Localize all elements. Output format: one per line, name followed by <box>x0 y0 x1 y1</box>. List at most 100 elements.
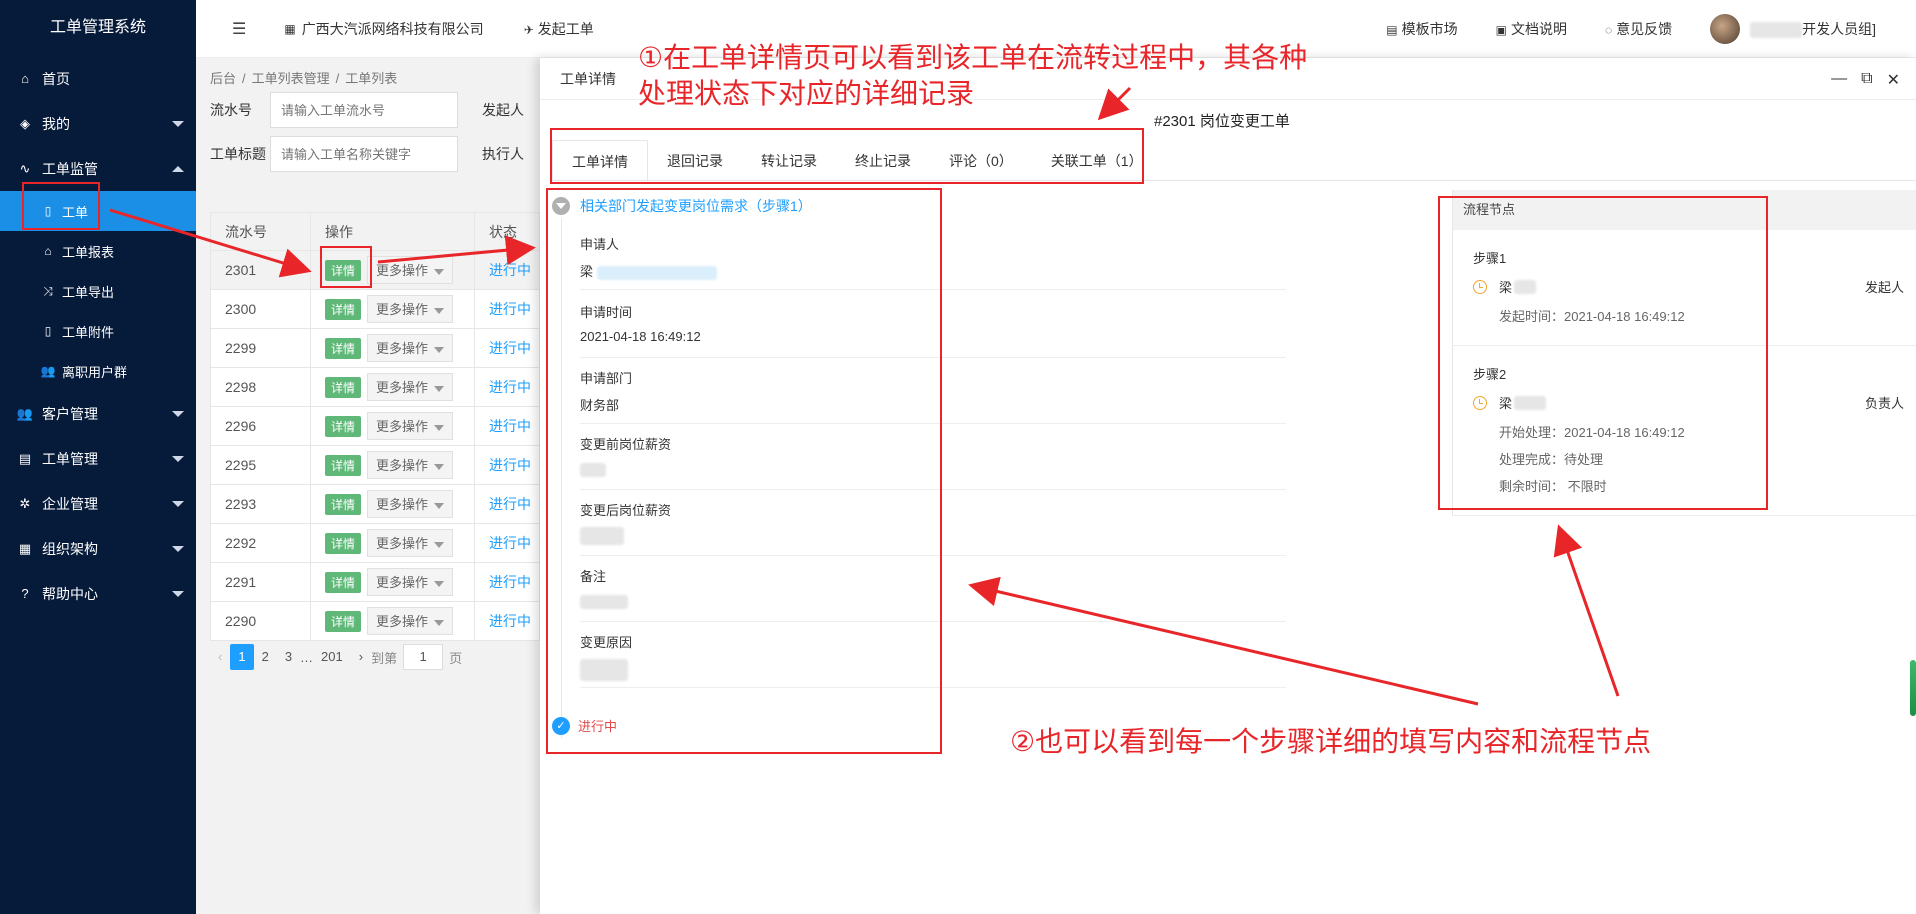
sidebar-subitem-export[interactable]: ⤨ 工单导出 <box>0 271 196 311</box>
template-market-link[interactable]: ▤ 模板市场 <box>1386 19 1457 39</box>
table-row[interactable]: 2296 详情 更多操作 进行中 <box>210 406 540 446</box>
status-badge: 进行中 <box>489 457 531 473</box>
status-badge: 进行中 <box>489 262 531 278</box>
more-actions-dropdown[interactable]: 更多操作 <box>367 529 454 557</box>
detail-button[interactable]: 详情 <box>325 611 362 632</box>
table-row[interactable]: 2300 详情 更多操作 进行中 <box>210 289 540 329</box>
col-status: 状态 <box>474 212 540 251</box>
initiator-label: 发起人 <box>482 102 524 118</box>
table-row[interactable]: 2301 详情 更多操作 进行中 <box>210 250 540 290</box>
detail-button[interactable]: 详情 <box>325 455 362 476</box>
chevron-down-icon <box>434 385 445 392</box>
file-icon: ▯ <box>44 324 52 338</box>
next-page-icon[interactable]: › <box>351 644 371 670</box>
minimize-icon[interactable]: — <box>1831 70 1847 90</box>
annotation-box-step-content <box>546 188 942 754</box>
chevron-down-icon <box>434 502 445 509</box>
breadcrumb-current: 工单列表 <box>345 71 398 86</box>
flow-node-role: 负责人 <box>1864 396 1904 411</box>
sidebar-item-enterprise[interactable]: ✲ 企业管理 <box>0 481 196 526</box>
cell-status: 进行中 <box>474 328 540 368</box>
cell-actions: 详情 更多操作 <box>310 406 475 446</box>
chevron-down-icon <box>434 307 445 314</box>
detail-button[interactable]: 详情 <box>325 572 362 593</box>
table-row[interactable]: 2298 详情 更多操作 进行中 <box>210 367 540 407</box>
cell-serial: 2295 <box>210 445 311 485</box>
feedback-link[interactable]: ◌ 意见反馈 <box>1605 19 1672 39</box>
more-actions-dropdown[interactable]: 更多操作 <box>367 607 454 635</box>
cell-serial: 2299 <box>210 328 311 368</box>
company-switcher[interactable]: ▦ 广西大汽派网络科技有限公司 <box>284 19 483 39</box>
goto-page-input[interactable]: 1 <box>403 644 444 670</box>
page-unit-label: 页 <box>449 650 463 666</box>
detail-button[interactable]: 详情 <box>325 299 362 320</box>
status-badge: 进行中 <box>489 574 531 590</box>
docs-link[interactable]: ▣ 文档说明 <box>1496 19 1567 39</box>
sidebar-item-mine[interactable]: ◈ 我的 <box>0 101 196 146</box>
cell-serial: 2292 <box>210 523 311 563</box>
avatar[interactable] <box>1710 14 1741 44</box>
status-badge: 进行中 <box>489 340 531 356</box>
page-3[interactable]: 3 <box>277 644 300 670</box>
users-icon: 👥 <box>40 364 56 378</box>
table-row[interactable]: 2293 详情 更多操作 进行中 <box>210 484 540 524</box>
grid-icon: ▦ <box>284 21 296 36</box>
cell-status: 进行中 <box>474 289 540 329</box>
more-actions-dropdown[interactable]: 更多操作 <box>367 256 454 284</box>
prev-page-icon[interactable]: ‹ <box>210 644 230 670</box>
sidebar-item-customers[interactable]: 👥 客户管理 <box>0 391 196 436</box>
cell-status: 进行中 <box>474 250 540 290</box>
scroll-indicator[interactable] <box>1910 660 1916 716</box>
sidebar-subitem-attachments[interactable]: ▯ 工单附件 <box>0 311 196 351</box>
page-1[interactable]: 1 <box>230 644 254 670</box>
export-icon: ⤨ <box>43 283 53 298</box>
serial-input[interactable] <box>270 92 458 128</box>
cell-serial: 2293 <box>210 484 311 524</box>
cell-status: 进行中 <box>474 484 540 524</box>
close-icon[interactable]: ✕ <box>1887 70 1900 90</box>
sidebar-item-workorder-mgmt[interactable]: ▤ 工单管理 <box>0 436 196 481</box>
breadcrumb-list-mgmt[interactable]: 工单列表管理 <box>252 71 330 86</box>
annotation-box-detail-button <box>320 246 372 288</box>
more-actions-dropdown[interactable]: 更多操作 <box>367 412 454 440</box>
chevron-down-icon <box>434 619 445 626</box>
table-row[interactable]: 2295 详情 更多操作 进行中 <box>210 445 540 485</box>
more-actions-dropdown[interactable]: 更多操作 <box>367 334 454 362</box>
sidebar-item-home[interactable]: ⌂ 首页 <box>0 56 196 101</box>
breadcrumb: 后台 / 工单列表管理 / 工单列表 <box>210 71 398 86</box>
detail-button[interactable]: 详情 <box>325 494 362 515</box>
more-actions-dropdown[interactable]: 更多操作 <box>367 373 454 401</box>
table-row[interactable]: 2290 详情 更多操作 进行中 <box>210 601 540 641</box>
annotation-note-1: ①在工单详情页可以看到该工单在流转过程中，其各种 处理状态下对应的详细记录 <box>638 42 1308 109</box>
breadcrumb-home[interactable]: 后台 <box>210 71 236 86</box>
detail-button[interactable]: 详情 <box>325 533 362 554</box>
detail-button[interactable]: 详情 <box>325 377 362 398</box>
page-last[interactable]: 201 <box>313 644 351 670</box>
table-row[interactable]: 2299 详情 更多操作 进行中 <box>210 328 540 368</box>
page-2[interactable]: 2 <box>254 644 277 670</box>
more-actions-dropdown[interactable]: 更多操作 <box>367 451 454 479</box>
more-actions-dropdown[interactable]: 更多操作 <box>367 490 454 518</box>
home-outline-icon: ⌂ <box>44 244 52 258</box>
detail-button[interactable]: 详情 <box>325 416 362 437</box>
sidebar-subitem-resigned-users[interactable]: 👥 离职用户群 <box>0 351 196 391</box>
launch-workorder-link[interactable]: ✈ 发起工单 <box>524 19 594 39</box>
maximize-icon[interactable]: ⧉ <box>1861 70 1872 90</box>
sidebar-item-help[interactable]: ? 帮助中心 <box>0 571 196 616</box>
title-input[interactable] <box>270 136 458 172</box>
redacted-username <box>1750 22 1803 39</box>
sidebar-item-org[interactable]: ▦ 组织架构 <box>0 526 196 571</box>
detail-button[interactable]: 详情 <box>325 338 362 359</box>
cell-serial: 2290 <box>210 601 311 641</box>
more-actions-dropdown[interactable]: 更多操作 <box>367 295 454 323</box>
sidebar-subitem-report[interactable]: ⌂ 工单报表 <box>0 231 196 271</box>
more-actions-dropdown[interactable]: 更多操作 <box>367 568 454 596</box>
user-menu[interactable]: 开发人员组] <box>1750 19 1876 39</box>
cell-actions: 详情 更多操作 <box>310 601 475 641</box>
chevron-down-icon <box>434 424 445 431</box>
table-row[interactable]: 2291 详情 更多操作 进行中 <box>210 562 540 602</box>
sidebar: 工单管理系统 ⌂ 首页 ◈ 我的 ∿ 工单监管 ▯ 工单 ⌂ 工单报表 ⤨ 工单导出 ▯ 工单… <box>0 0 196 914</box>
annotation-box-flow-nodes <box>1438 196 1768 510</box>
table-row[interactable]: 2292 详情 更多操作 进行中 <box>210 523 540 563</box>
menu-toggle-icon[interactable]: ☰ <box>232 19 246 39</box>
